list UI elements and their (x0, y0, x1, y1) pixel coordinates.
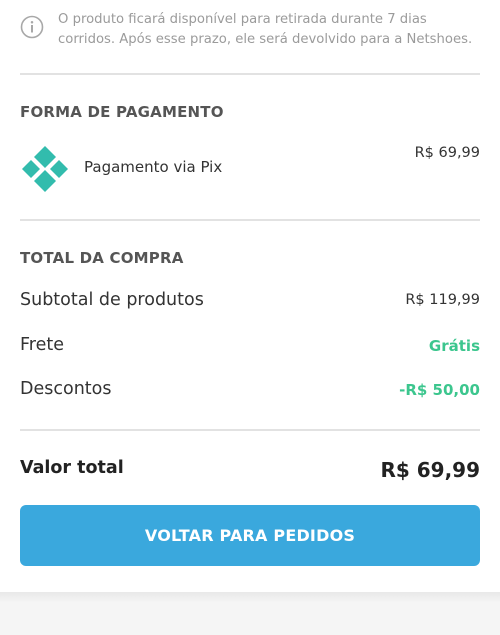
shipping-value: Grátis (428, 337, 480, 355)
notice-text: O produto ficará disponível para retirad… (58, 12, 473, 47)
subtotal-label: Subtotal de produtos (20, 290, 204, 310)
payment-method-label: Pagamento via Pix (84, 158, 223, 176)
info-icon (20, 15, 44, 39)
pix-icon (22, 146, 68, 192)
pickup-notice: O produto ficará disponível para retirad… (20, 10, 480, 50)
divider (20, 219, 480, 221)
page-background (0, 602, 500, 635)
back-to-orders-button[interactable]: VOLTAR PARA PEDIDOS (20, 505, 480, 566)
total-label: Valor total (20, 458, 124, 478)
discount-value: -R$ 50,00 (399, 381, 480, 399)
divider (20, 429, 480, 431)
payment-section-title: FORMA DE PAGAMENTO (20, 103, 224, 121)
shipping-label: Frete (20, 335, 64, 355)
purchase-total-section-title: TOTAL DA COMPRA (20, 249, 184, 267)
discount-label: Descontos (20, 379, 112, 399)
card-bottom-edge (0, 592, 500, 602)
subtotal-value: R$ 119,99 (405, 292, 480, 308)
total-value: R$ 69,99 (380, 458, 480, 482)
divider (20, 73, 480, 75)
payment-amount: R$ 69,99 (414, 145, 480, 161)
